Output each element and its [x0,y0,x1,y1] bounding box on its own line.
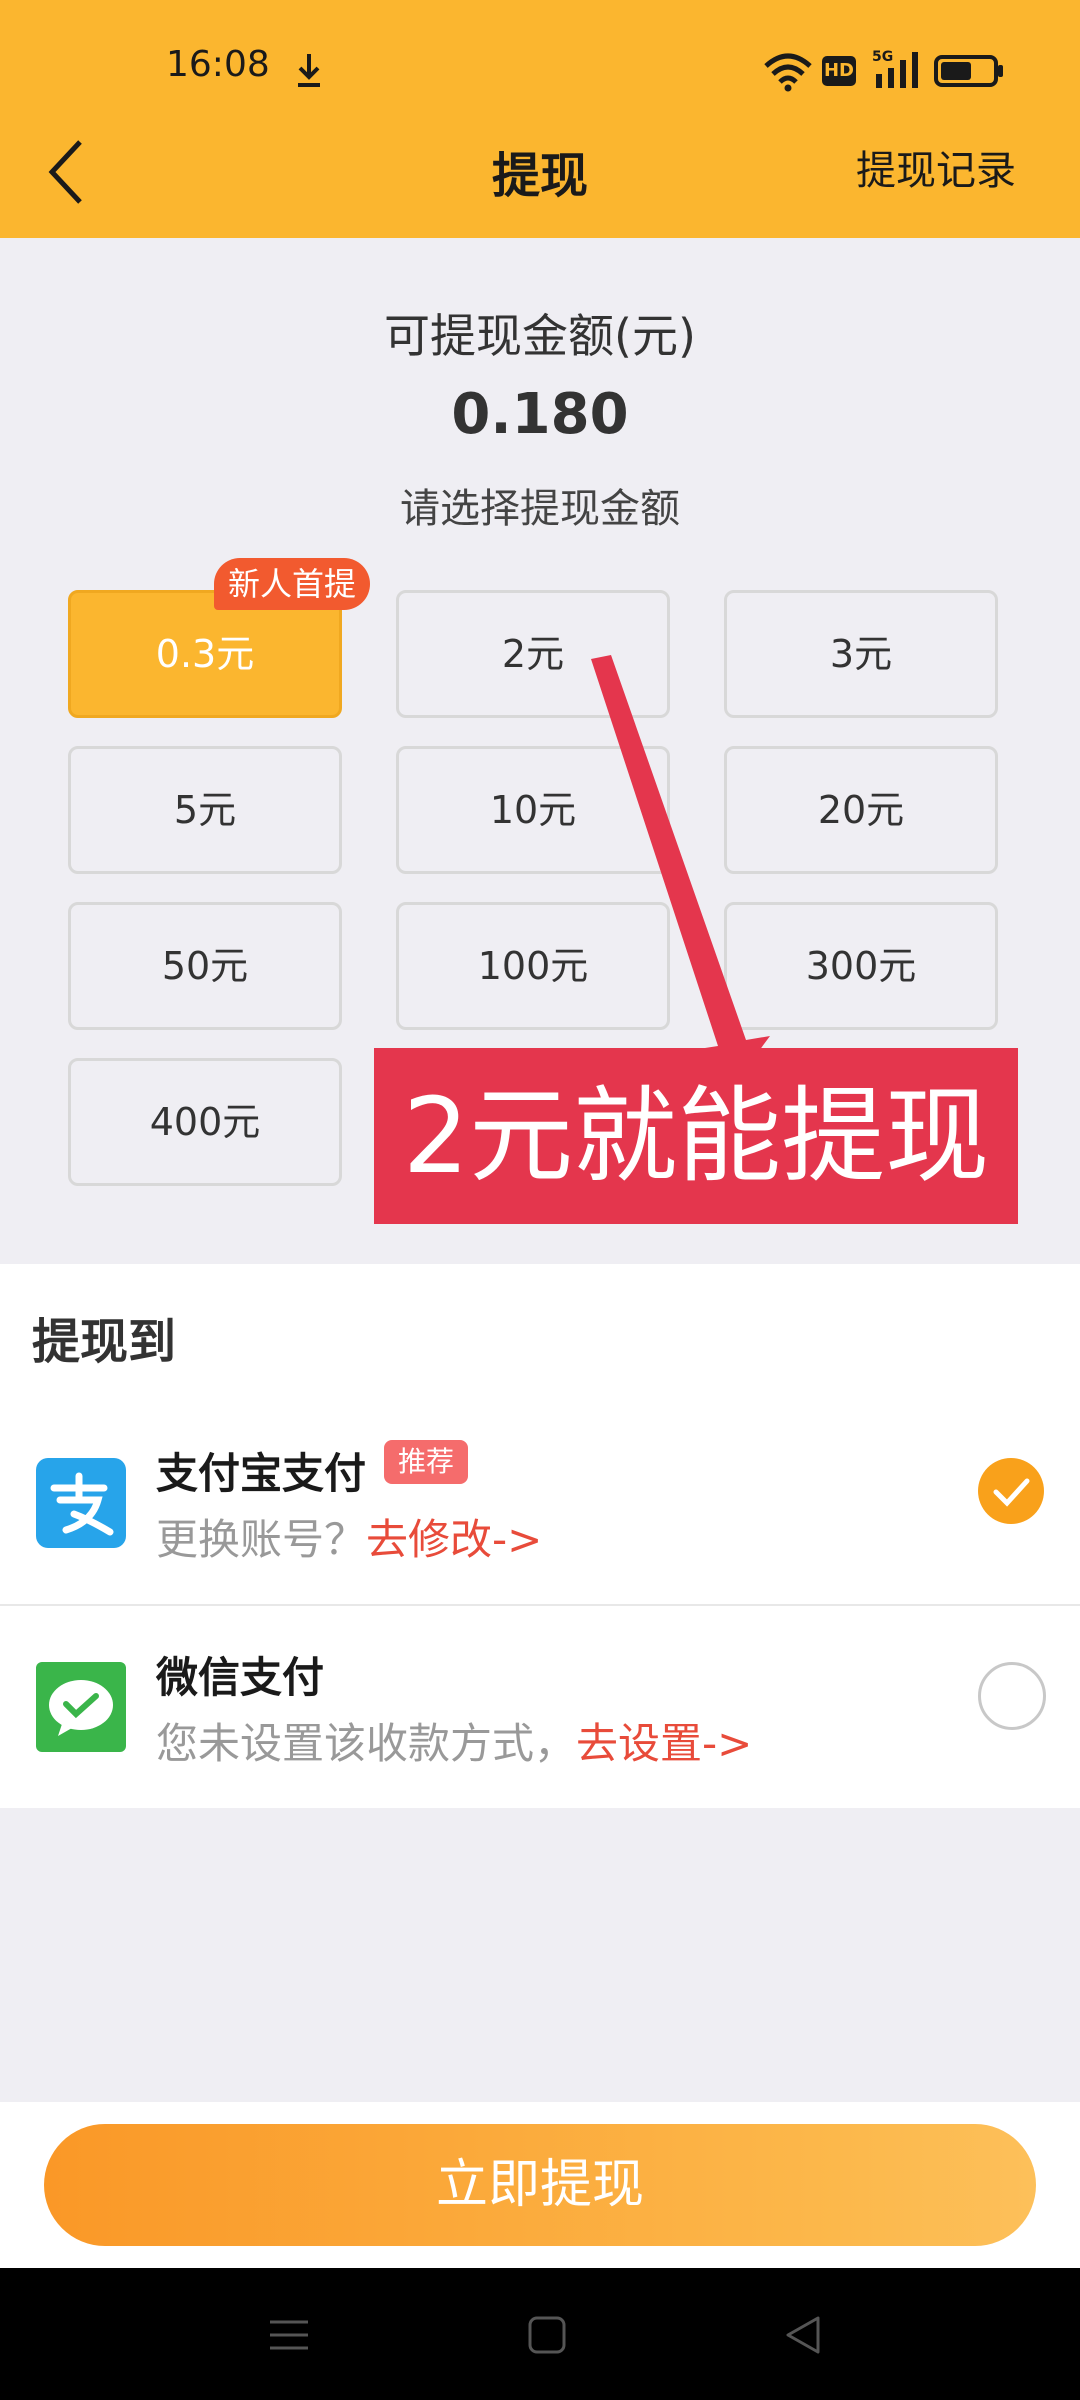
section-title: 提现到 [32,1314,177,1370]
balance-label: 可提现金额(元) [384,309,696,363]
wechat-pay-icon [36,1662,126,1752]
signal-5g-icon: 5G [872,49,918,88]
wifi-icon [764,53,812,92]
back-nav-icon[interactable] [780,2312,826,2358]
change-account-link[interactable]: 去修改-> [366,1515,542,1564]
payment-method-sub: 更换账号？ [156,1515,367,1564]
withdraw-history-link[interactable]: 提现记录 [856,138,1016,196]
payment-method-wechat[interactable] [0,1606,1080,1806]
amount-option[interactable]: 5元 [68,746,342,874]
amount-option[interactable]: 50元 [68,902,342,1030]
network-type-label: 5G [872,49,893,65]
download-icon [298,54,320,87]
setup-account-link[interactable]: 去设置-> [576,1719,752,1768]
payment-method-desc: 您未设置该收款方式，去设置-> [156,1710,752,1771]
payment-method-sub: 您未设置该收款方式， [156,1719,577,1768]
hd-badge: HD [822,56,856,86]
home-icon[interactable] [524,2312,570,2358]
amount-option[interactable]: 100元 [396,902,670,1030]
payment-method-desc: 更换账号？去修改-> [156,1506,542,1567]
payment-method-alipay[interactable] [0,1400,1080,1604]
recommend-badge: 推荐 [384,1440,469,1484]
promo-text: 2元就能提现 [402,1075,990,1197]
balance-value: 0.180 [451,382,629,447]
amount-option[interactable]: 400元 [68,1058,342,1186]
battery-icon [934,55,1003,87]
menu-icon[interactable] [266,2312,312,2358]
withdraw-now-button[interactable]: 立即提现 [44,2124,1036,2246]
amount-option[interactable]: 2元 [396,590,670,718]
alipay-icon [36,1458,126,1548]
radio-checked-icon[interactable] [978,1458,1044,1524]
payment-method-name: 支付宝支付 [156,1449,367,1498]
amount-option[interactable]: 3元 [724,590,998,718]
radio-unchecked-icon[interactable] [978,1662,1046,1730]
select-amount-label: 请选择提现金额 [400,486,680,532]
amount-option[interactable]: 300元 [724,902,998,1030]
status-time: 16:08 [166,44,270,85]
amount-option[interactable]: 20元 [724,746,998,874]
newbie-badge: 新人首提 [214,558,371,610]
amount-option[interactable]: 10元 [396,746,670,874]
payment-method-name: 微信支付 [156,1653,325,1702]
